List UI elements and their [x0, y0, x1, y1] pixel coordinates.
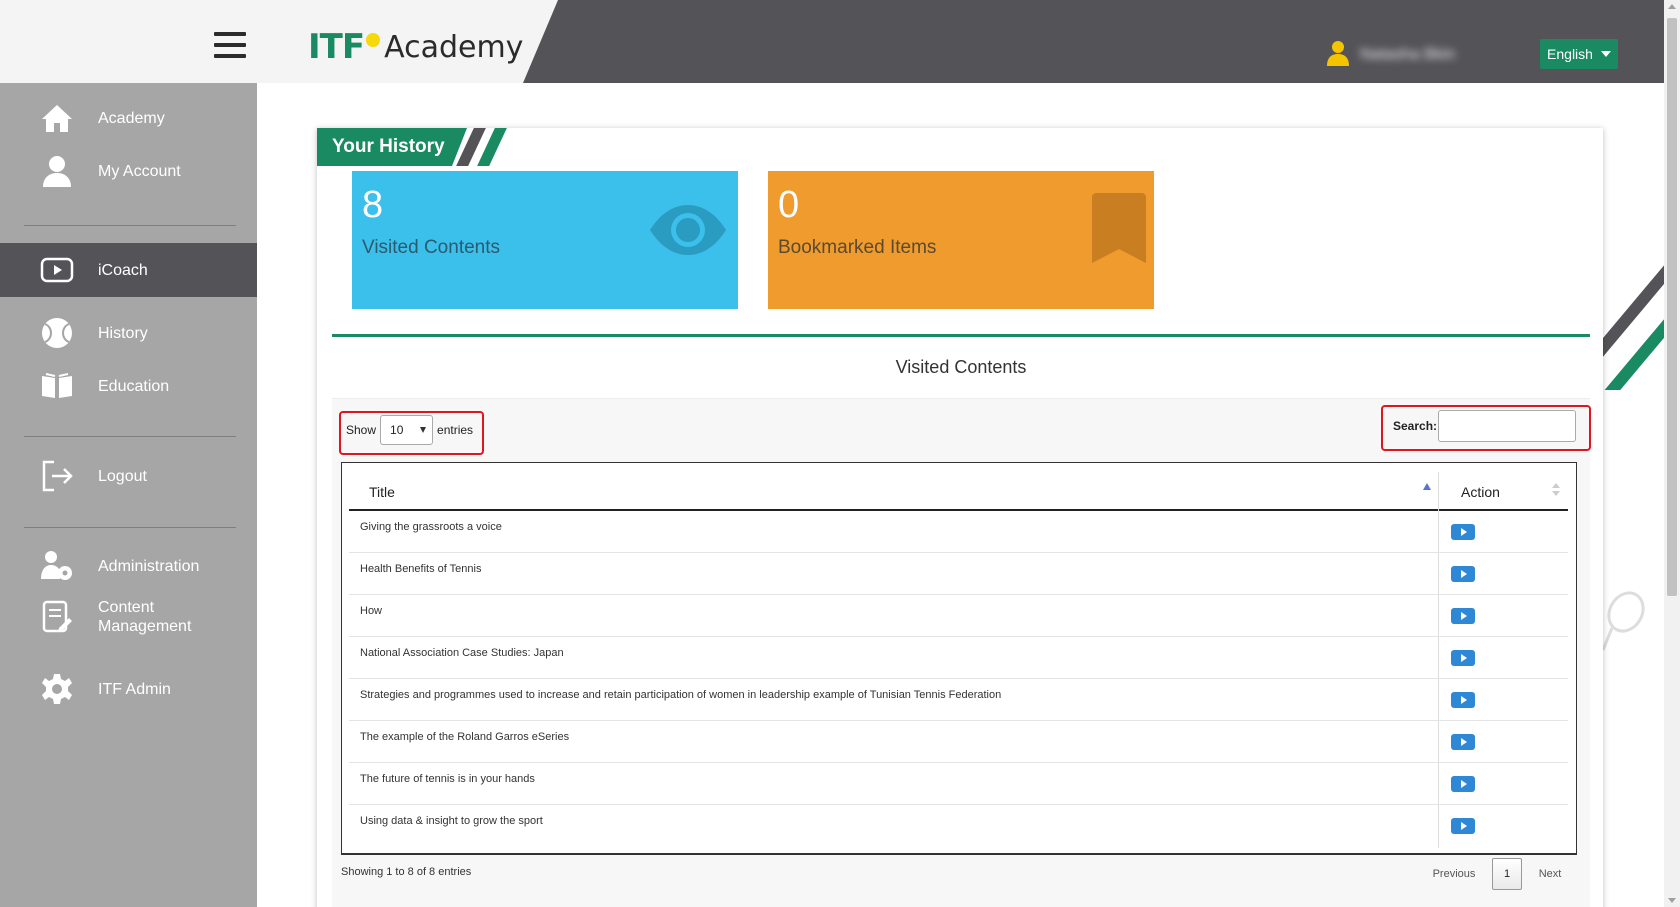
- table-row: National Association Case Studies: Japan: [349, 637, 1568, 679]
- logo-academy-text: Academy: [384, 29, 524, 65]
- entries-label: entries: [437, 423, 474, 437]
- pagination-previous[interactable]: Previous: [1424, 858, 1484, 890]
- tennis-ball-icon: [40, 316, 74, 350]
- visited-contents-stat[interactable]: 8 Visited Contents: [352, 171, 738, 309]
- play-button[interactable]: [1451, 608, 1475, 624]
- table-row: Giving the grassroots a voice: [349, 511, 1568, 553]
- sidebar-item-history[interactable]: History: [0, 315, 257, 351]
- sidebar-item-administration[interactable]: Administration: [0, 548, 257, 584]
- sidebar-item-label: Logout: [98, 467, 147, 485]
- search-label: Search:: [1393, 419, 1438, 433]
- user-name[interactable]: Natasha Bkin: [1360, 46, 1455, 64]
- table-row: Using data & insight to grow the sport: [349, 805, 1568, 847]
- table-row: The future of tennis is in your hands: [349, 763, 1568, 805]
- home-icon: [40, 101, 74, 135]
- user-icon: [1327, 41, 1349, 66]
- play-icon: [40, 253, 74, 287]
- language-dropdown[interactable]: English: [1540, 39, 1618, 69]
- sidebar-item-label: Administration: [98, 557, 200, 575]
- row-title: Health Benefits of Tennis: [360, 563, 482, 575]
- stat-label: Bookmarked Items: [778, 237, 937, 258]
- show-label: Show: [346, 423, 377, 437]
- pagination-page-1[interactable]: 1: [1492, 858, 1522, 890]
- sidebar-item-icoach[interactable]: iCoach: [0, 243, 257, 297]
- table-row: Strategies and programmes used to increa…: [349, 679, 1568, 721]
- table-row: How: [349, 595, 1568, 637]
- logout-icon: [40, 459, 74, 493]
- bookmark-icon: [1092, 193, 1146, 263]
- sidebar-item-content-management[interactable]: Content Management: [0, 597, 257, 637]
- itf-academy-logo[interactable]: ITF Academy: [308, 24, 523, 70]
- row-title: How: [360, 605, 383, 617]
- tennis-ball-icon: [366, 33, 381, 47]
- row-title: Using data & insight to grow the sport: [360, 815, 543, 827]
- column-header-title[interactable]: Title: [369, 474, 395, 509]
- column-header-action[interactable]: Action: [1461, 474, 1500, 509]
- sort-ascending-icon[interactable]: [1423, 483, 1431, 490]
- sidebar-item-logout[interactable]: Logout: [0, 458, 257, 494]
- page-size-value: 10: [390, 423, 404, 437]
- play-button[interactable]: [1451, 734, 1475, 750]
- show-entries-control: Show 10 entries: [346, 415, 473, 445]
- document-edit-icon: [40, 600, 74, 634]
- sidebar-item-label: Education: [98, 377, 170, 395]
- row-title: Strategies and programmes used to increa…: [360, 689, 1002, 701]
- logo-itf-text: ITF: [308, 27, 365, 67]
- page-scrollbar[interactable]: [1664, 0, 1680, 907]
- sidebar-item-label: My Account: [98, 162, 181, 180]
- sidebar-divider: [24, 527, 236, 528]
- page-size-select[interactable]: 10: [380, 415, 434, 445]
- scroll-thumb[interactable]: [1667, 18, 1677, 596]
- users-gear-icon: [40, 549, 74, 583]
- select-arrow-icon: [420, 427, 427, 433]
- table-info: Showing 1 to 8 of 8 entries: [341, 866, 472, 878]
- sidebar-item-academy[interactable]: Academy: [0, 100, 257, 136]
- user-icon: [40, 154, 74, 188]
- scroll-up-icon[interactable]: [1668, 4, 1676, 9]
- sidebar-item-label: Content Management: [98, 599, 192, 635]
- table-row: The example of the Roland Garros eSeries: [349, 721, 1568, 763]
- sidebar-item-itf-admin[interactable]: ITF Admin: [0, 671, 257, 707]
- sidebar-item-education[interactable]: Education: [0, 368, 257, 404]
- sidebar-item-label: History: [98, 324, 148, 342]
- racket-decoration-icon: [1601, 591, 1645, 651]
- row-title: National Association Case Studies: Japan: [360, 647, 564, 659]
- play-button[interactable]: [1451, 818, 1475, 834]
- book-icon: [40, 369, 74, 403]
- sidebar-item-my-account[interactable]: My Account: [0, 153, 257, 189]
- sidebar-divider: [24, 225, 236, 226]
- table-row: Health Benefits of Tennis: [349, 553, 1568, 595]
- pagination-next[interactable]: Next: [1530, 858, 1570, 890]
- eye-icon: [650, 205, 726, 255]
- page-title: Your History: [317, 128, 467, 166]
- play-button[interactable]: [1451, 776, 1475, 792]
- sidebar: Academy My Account iCoach History Educat…: [0, 83, 257, 907]
- row-title: The example of the Roland Garros eSeries: [360, 731, 570, 743]
- language-label: English: [1547, 46, 1593, 62]
- panel-title: Visited Contents: [332, 337, 1590, 399]
- caret-down-icon: [1600, 51, 1611, 57]
- play-button[interactable]: [1451, 566, 1475, 582]
- row-title: Giving the grassroots a voice: [360, 521, 502, 533]
- play-button[interactable]: [1451, 650, 1475, 666]
- gear-icon: [40, 672, 74, 706]
- stat-label: Visited Contents: [362, 237, 501, 258]
- sidebar-item-label: ITF Admin: [98, 680, 171, 698]
- bookmarked-items-stat[interactable]: 0 Bookmarked Items: [768, 171, 1154, 309]
- play-button[interactable]: [1451, 524, 1475, 540]
- decorative-stripes: [1600, 230, 1664, 390]
- search-input[interactable]: [1438, 410, 1576, 442]
- scroll-down-icon[interactable]: [1668, 898, 1676, 903]
- row-title: The future of tennis is in your hands: [360, 773, 535, 785]
- sidebar-item-label: Academy: [98, 109, 165, 127]
- play-button[interactable]: [1451, 692, 1475, 708]
- sidebar-divider: [24, 436, 236, 437]
- stat-value: 0: [778, 184, 800, 226]
- hamburger-menu-icon[interactable]: [214, 32, 246, 58]
- sidebar-item-label: iCoach: [98, 261, 148, 279]
- sort-both-icon[interactable]: [1552, 483, 1560, 497]
- stat-value: 8: [362, 184, 384, 226]
